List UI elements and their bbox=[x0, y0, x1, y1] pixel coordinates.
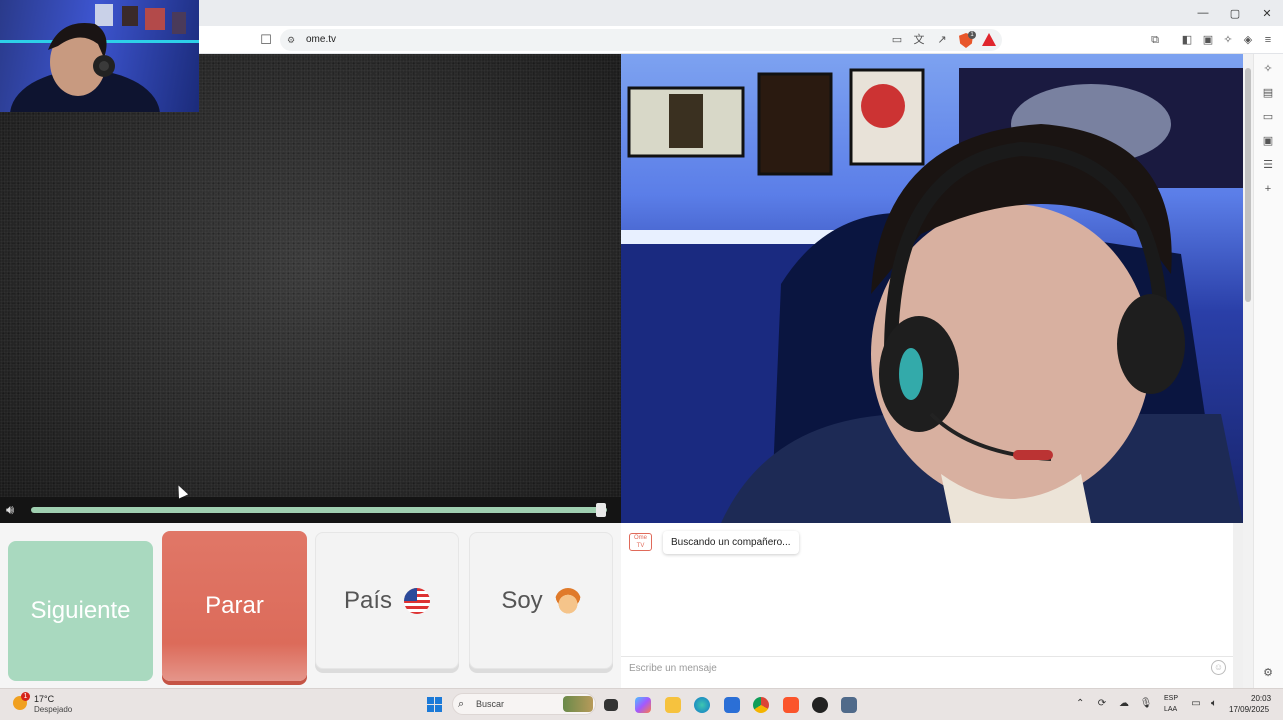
add-sidebar-item-icon[interactable]: + bbox=[1261, 182, 1275, 196]
obs-icon[interactable] bbox=[812, 697, 828, 713]
stop-button-label: Parar bbox=[205, 592, 264, 619]
video-static bbox=[0, 54, 621, 497]
weather-temperature[interactable]: 17°C bbox=[34, 694, 54, 704]
playlist-icon[interactable]: ▭ bbox=[1261, 110, 1275, 124]
own-camera-image bbox=[621, 68, 1243, 523]
next-button-label: Siguiente bbox=[30, 597, 131, 624]
self-camera-image bbox=[0, 4, 199, 112]
file-explorer-icon[interactable] bbox=[665, 697, 681, 713]
speaker-icon[interactable]: 🔈︎ bbox=[1207, 697, 1221, 711]
clock-time[interactable]: 20:03 bbox=[1251, 694, 1271, 703]
us-flag-icon bbox=[404, 587, 431, 614]
site-info-icon[interactable]: ⚙ bbox=[287, 35, 297, 45]
brave-icon[interactable] bbox=[783, 697, 799, 713]
country-button-label: País bbox=[343, 586, 393, 614]
reading-list-icon[interactable]: ☰ bbox=[1261, 158, 1275, 172]
bookmark-icon[interactable]: ☐ bbox=[259, 32, 273, 48]
next-button[interactable]: Siguiente bbox=[8, 541, 153, 681]
wallet-icon[interactable]: ▣ bbox=[1201, 33, 1215, 47]
boy-icon bbox=[554, 587, 581, 614]
search-highlight-image bbox=[563, 696, 593, 712]
bookmarks-icon[interactable]: ▤ bbox=[1261, 86, 1275, 100]
sync-icon[interactable]: ⟳ bbox=[1095, 697, 1109, 711]
volume-slider-thumb[interactable] bbox=[596, 503, 607, 517]
window-controls: — ▢ ✕ bbox=[1187, 0, 1283, 26]
chat-status-message: Buscando un compañero... bbox=[663, 531, 799, 554]
vpn-icon[interactable]: ◈ bbox=[1241, 33, 1255, 47]
taskbar-search-placeholder: Buscar bbox=[476, 699, 505, 709]
copilot-icon[interactable] bbox=[635, 697, 651, 713]
url-text[interactable]: ome.tv bbox=[306, 34, 336, 45]
weather-condition[interactable]: Despejado bbox=[34, 705, 72, 714]
sidebar-settings-icon[interactable]: ⚙ bbox=[1261, 666, 1275, 680]
network-icon[interactable]: ▭ bbox=[1189, 697, 1203, 711]
tab-search-icon[interactable]: ⧉ bbox=[1148, 33, 1162, 47]
weather-notification-badge: 1 bbox=[21, 692, 30, 701]
search-icon: ⌕ bbox=[458, 698, 465, 710]
close-button[interactable]: ✕ bbox=[1251, 0, 1283, 26]
clock-date[interactable]: 17/09/2025 bbox=[1229, 705, 1269, 714]
scrollbar-thumb[interactable] bbox=[1245, 68, 1251, 302]
sidebar-wallet-icon[interactable]: ▣ bbox=[1261, 134, 1275, 148]
keyboard-layout[interactable]: LAA bbox=[1164, 706, 1177, 713]
maximize-button[interactable]: ▢ bbox=[1219, 0, 1251, 26]
gender-button-label: Soy bbox=[501, 586, 543, 614]
onedrive-icon[interactable]: ☁ bbox=[1117, 697, 1131, 711]
camera-app-icon[interactable] bbox=[841, 697, 857, 713]
windows-start-icon[interactable] bbox=[427, 697, 442, 712]
sidebar-toggle-icon[interactable]: ◧ bbox=[1180, 33, 1194, 47]
emoji-icon[interactable]: ☺ bbox=[1211, 660, 1226, 675]
chrome-icon[interactable] bbox=[753, 697, 769, 713]
shield-count-badge: 1 bbox=[968, 31, 976, 39]
stop-button[interactable]: Parar bbox=[162, 531, 307, 681]
gender-selector-button[interactable]: Soy bbox=[469, 532, 613, 669]
task-view-icon[interactable] bbox=[604, 699, 618, 711]
translate-icon[interactable]: 文 bbox=[912, 33, 926, 47]
leo-icon[interactable]: ✧ bbox=[1221, 33, 1235, 47]
country-selector-button[interactable]: País bbox=[315, 532, 459, 669]
browser-sidebar bbox=[1253, 54, 1283, 688]
input-language[interactable]: ESP bbox=[1164, 695, 1178, 702]
share-icon[interactable]: ↗ bbox=[935, 33, 949, 47]
leo-ai-icon[interactable]: ✧ bbox=[1261, 62, 1275, 76]
own-camera-video bbox=[621, 54, 1243, 523]
edge-icon[interactable] bbox=[694, 697, 710, 713]
tray-overflow-icon[interactable]: ⌃ bbox=[1076, 698, 1084, 709]
self-camera-overlay bbox=[0, 0, 199, 112]
chat-input-placeholder: Escribe un mensaje bbox=[629, 663, 717, 674]
brave-rewards-icon[interactable] bbox=[982, 33, 996, 46]
volume-icon[interactable]: 🔊︎ bbox=[6, 503, 28, 517]
volume-slider[interactable] bbox=[31, 507, 607, 513]
cast-icon[interactable]: ▭ bbox=[890, 33, 904, 47]
chat-divider bbox=[1233, 523, 1243, 688]
microphone-icon[interactable]: 🎙︎ bbox=[1139, 697, 1153, 711]
minimize-button[interactable]: — bbox=[1187, 0, 1219, 26]
store-icon[interactable] bbox=[724, 697, 740, 713]
menu-icon[interactable]: ≡ bbox=[1261, 33, 1275, 47]
ometv-logo-icon: Ome TV bbox=[629, 533, 652, 551]
